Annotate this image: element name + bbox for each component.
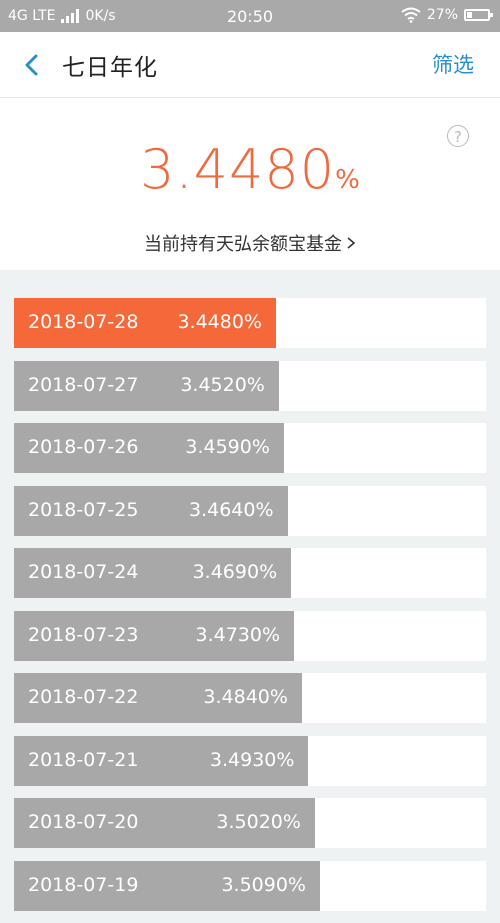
rate-bar: 2018-07-19 3.5090% bbox=[14, 860, 320, 911]
rate-date: 2018-07-28 bbox=[28, 311, 139, 333]
rate-value: 3.4730% bbox=[195, 623, 281, 646]
nav-bar: 七日年化 筛选 bbox=[0, 32, 500, 98]
rate-bar: 2018-07-20 3.5020% bbox=[14, 798, 315, 848]
rate-value: 3.4840% bbox=[203, 686, 288, 708]
chevron-right-icon bbox=[347, 237, 356, 249]
page-title: 七日年化 bbox=[62, 55, 158, 81]
status-right: 27% bbox=[401, 7, 493, 23]
rate-bar: 2018-07-24 3.4690% bbox=[14, 548, 292, 598]
current-rate: 3.4480% bbox=[0, 138, 500, 201]
back-arrow-icon[interactable] bbox=[18, 50, 46, 80]
rate-row[interactable]: 2018-07-22 3.4840% bbox=[14, 673, 486, 723]
current-rate-unit: % bbox=[335, 165, 360, 195]
filter-button[interactable]: 筛选 bbox=[432, 49, 474, 79]
rate-value: 3.4930% bbox=[209, 748, 295, 771]
rate-value: 3.5020% bbox=[216, 811, 301, 833]
rate-row[interactable]: 2018-07-28 3.4480% bbox=[14, 298, 486, 348]
rate-row[interactable]: 2018-07-23 3.4730% bbox=[14, 610, 486, 661]
rate-row[interactable]: 2018-07-19 3.5090% bbox=[14, 860, 486, 911]
fund-link-text: 当前持有天弘余额宝基金 bbox=[144, 234, 342, 255]
rate-value: 3.4520% bbox=[180, 373, 265, 396]
rate-date: 2018-07-22 bbox=[28, 686, 139, 708]
rate-bar: 2018-07-25 3.4640% bbox=[14, 485, 288, 536]
rate-date: 2018-07-26 bbox=[28, 436, 139, 458]
rate-summary: ? 3.4480% 当前持有天弘余额宝基金 bbox=[0, 98, 500, 270]
rate-date: 2018-07-19 bbox=[28, 873, 139, 896]
battery-icon bbox=[464, 9, 493, 21]
rate-value: 3.4690% bbox=[192, 561, 278, 583]
rate-row[interactable]: 2018-07-21 3.4930% bbox=[14, 735, 486, 786]
status-bar: 4G LTE 0K/s 20:50 27% bbox=[0, 0, 500, 32]
rate-row[interactable]: 2018-07-25 3.4640% bbox=[14, 485, 486, 536]
rate-bar: 2018-07-28 3.4480% bbox=[14, 298, 276, 348]
battery-percent: 27% bbox=[426, 7, 458, 23]
rate-bar: 2018-07-21 3.4930% bbox=[14, 735, 309, 786]
rate-value: 3.4480% bbox=[177, 311, 262, 333]
rate-value: 3.5090% bbox=[221, 873, 306, 896]
rate-bar: 2018-07-26 3.4590% bbox=[14, 423, 284, 473]
rate-row[interactable]: 2018-07-20 3.5020% bbox=[14, 798, 486, 848]
rate-date: 2018-07-20 bbox=[28, 811, 139, 833]
rate-date: 2018-07-27 bbox=[28, 373, 139, 396]
rate-bar: 2018-07-27 3.4520% bbox=[14, 360, 279, 411]
rate-bar: 2018-07-23 3.4730% bbox=[14, 610, 295, 661]
rate-row[interactable]: 2018-07-26 3.4590% bbox=[14, 423, 486, 473]
rate-date: 2018-07-25 bbox=[28, 498, 139, 521]
rate-history-list: 2018-07-28 3.4480% 2018-07-27 3.4520% 2018-0… bbox=[14, 298, 486, 923]
current-rate-value: 3.4480 bbox=[140, 138, 336, 201]
rate-bar: 2018-07-22 3.4840% bbox=[14, 673, 302, 723]
rate-row[interactable]: 2018-07-24 3.4690% bbox=[14, 548, 486, 598]
wifi-icon bbox=[401, 7, 421, 23]
fund-link[interactable]: 当前持有天弘余额宝基金 bbox=[0, 230, 500, 256]
rate-date: 2018-07-23 bbox=[28, 623, 139, 646]
rate-date: 2018-07-21 bbox=[28, 748, 139, 771]
rate-value: 3.4640% bbox=[188, 498, 274, 521]
rate-value: 3.4590% bbox=[185, 436, 270, 458]
rate-date: 2018-07-24 bbox=[28, 561, 139, 583]
battery-fill bbox=[467, 12, 473, 18]
rate-row[interactable]: 2018-07-27 3.4520% bbox=[14, 360, 486, 411]
